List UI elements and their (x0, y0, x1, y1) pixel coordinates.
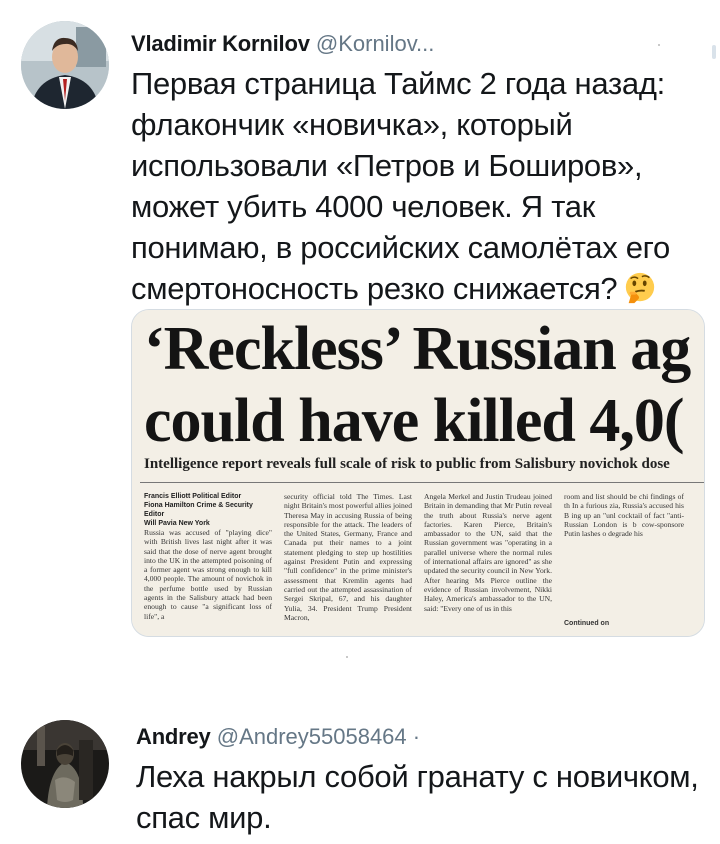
tweet-header: Vladimir Kornilov @Kornilov... (131, 30, 434, 58)
tweet-text-line: понимаю, в российских самолётах его (131, 230, 670, 265)
byline: Fiona Hamilton Crime & Security Editor (144, 502, 253, 518)
tweet-text-line: смертоносность резко снижается? (131, 268, 670, 309)
tweet-text-line: флакончик «новичка», который (131, 107, 573, 142)
newspaper-clipping: ‘Reckless’ Russian ag could have killed … (132, 310, 704, 636)
headline-line-1: ‘Reckless’ Russian ag (144, 315, 691, 383)
article-column: room and list should be chi findings of … (564, 492, 684, 632)
column-text: Angela Merkel and Justin Trudeau joined … (424, 492, 552, 613)
decorative-mark (658, 44, 660, 46)
avatar-image (21, 21, 109, 109)
author-name[interactable]: Andrey (136, 724, 211, 749)
tweet-andrey[interactable]: Andrey @Andrey55058464 · Леха накрыл соб… (0, 700, 720, 844)
column-text: security official told The Times. Last n… (284, 492, 412, 622)
avatar[interactable] (21, 720, 109, 808)
column-text: room and list should be chi findings of … (564, 492, 684, 539)
tweet-text: Первая страница Таймс 2 года назад: флак… (131, 63, 670, 309)
subheadline: Intelligence report reveals full scale o… (144, 456, 670, 472)
headline-line-2: could have killed 4,0( (144, 387, 685, 455)
tweet-header: Andrey @Andrey55058464 · (136, 723, 420, 751)
column-text: Russia was accused of "playing dice" wit… (144, 528, 272, 621)
author-handle[interactable]: @Kornilov... (316, 31, 435, 56)
edge-indicator (712, 45, 716, 59)
tweet-text-line: может убить 4000 человек. Я так (131, 189, 595, 224)
article-column: Angela Merkel and Justin Trudeau joined … (424, 492, 552, 632)
article-column: Francis Elliott Political Editor Fiona H… (144, 492, 272, 632)
thinking-face-icon (626, 272, 655, 304)
tweet-text-line: спас мир. (136, 800, 272, 835)
tweet-text-line: Первая страница Таймс 2 года назад: (131, 66, 665, 101)
byline: Francis Elliott Political Editor (144, 493, 242, 500)
author-handle[interactable]: @Andrey55058464 (217, 724, 407, 749)
divider (140, 482, 704, 483)
tweet-text: Леха накрыл собой гранату с новичком, сп… (136, 756, 699, 838)
continued-label: Continued on (564, 620, 610, 627)
avatar[interactable] (21, 21, 109, 109)
tweet-text-line: Леха накрыл собой гранату с новичком, (136, 759, 699, 794)
decorative-mark (346, 656, 348, 658)
author-name[interactable]: Vladimir Kornilov (131, 31, 310, 56)
tweet-text-line-last: смертоносность резко снижается? (131, 271, 618, 306)
tweet-text-line: использовали «Петров и Боширов», (131, 148, 643, 183)
byline: Will Pavia New York (144, 520, 210, 527)
tweet-media-image[interactable]: ‘Reckless’ Russian ag could have killed … (131, 309, 705, 637)
header-separator: · (412, 724, 421, 749)
article-column: security official told The Times. Last n… (284, 492, 412, 632)
tweet-kornilov[interactable]: Vladimir Kornilov @Kornilov... Первая ст… (0, 0, 720, 658)
avatar-image (21, 720, 109, 808)
